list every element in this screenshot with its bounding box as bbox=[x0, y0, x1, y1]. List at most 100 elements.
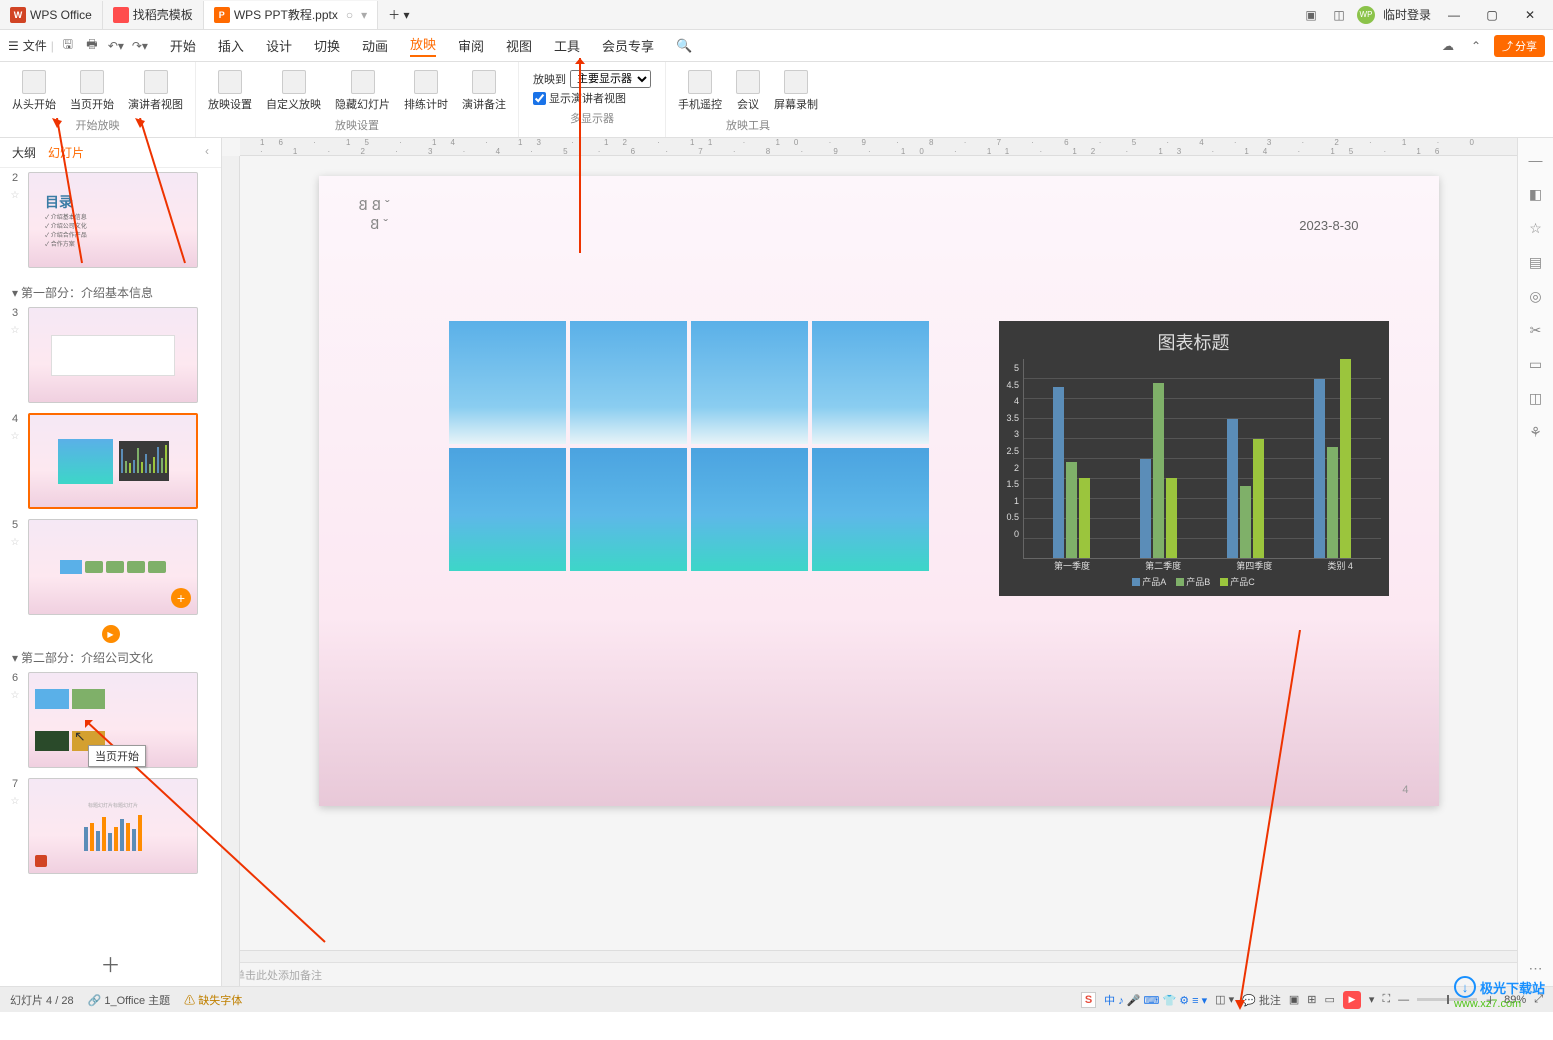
menu-view[interactable]: 视图 bbox=[506, 36, 532, 55]
star-icon[interactable]: ☆ bbox=[11, 537, 20, 548]
print-icon[interactable]: 🖶 bbox=[82, 36, 102, 56]
star-icon[interactable]: ☆ bbox=[11, 796, 20, 807]
search-icon[interactable]: 🔍 bbox=[676, 38, 692, 54]
star-icon[interactable]: ☆ bbox=[11, 325, 20, 336]
menu-insert[interactable]: 插入 bbox=[218, 36, 244, 55]
save-icon[interactable]: 🖫 bbox=[58, 36, 78, 56]
minimize-button[interactable]: — bbox=[1439, 1, 1469, 29]
play-from-here-icon[interactable]: ▶ bbox=[102, 625, 120, 643]
play-from-start-button[interactable]: 从头开始 bbox=[6, 66, 62, 116]
cube-icon[interactable]: ◫ bbox=[1329, 5, 1349, 25]
notes-area[interactable]: 单击此处添加备注 bbox=[222, 962, 1517, 986]
add-slide-button[interactable]: ＋ bbox=[101, 949, 121, 978]
status-comment-btn[interactable]: 💬 批注 bbox=[1242, 992, 1281, 1008]
menu-tools[interactable]: 工具 bbox=[554, 36, 580, 55]
sp-design-icon[interactable]: ◧ bbox=[1526, 184, 1546, 204]
outline-tab[interactable]: 大纲 bbox=[12, 144, 36, 161]
share-button[interactable]: ⤴ 分享 bbox=[1494, 35, 1545, 57]
slide-thumb-5: 5☆ + bbox=[8, 519, 213, 615]
tab-templates[interactable]: 找稻壳模板 bbox=[103, 1, 204, 29]
chart-plot bbox=[1023, 359, 1380, 559]
close-button[interactable]: ✕ bbox=[1515, 1, 1545, 29]
slide-canvas[interactable]: 𐐒 𐐒 ˇ 𐐒 ˇ 2023-8-30 图表标题 54.543.532.521.… bbox=[319, 176, 1439, 806]
status-slide-count: 幻灯片 4 / 28 bbox=[10, 992, 74, 1008]
scrollbar-horizontal[interactable] bbox=[240, 950, 1517, 962]
star-icon[interactable]: ☆ bbox=[11, 690, 20, 701]
ime-lang[interactable]: 中 ♪ 🎤 ⌨ 👕 ⚙ ≡ ▾ bbox=[1104, 992, 1207, 1008]
view-reading-icon[interactable]: ▭ bbox=[1325, 993, 1335, 1006]
menu-slideshow[interactable]: 放映 bbox=[410, 34, 436, 57]
chevron-down-icon[interactable]: ▾ bbox=[361, 8, 367, 22]
panel-icon[interactable]: ▣ bbox=[1301, 5, 1321, 25]
hide-slide-button[interactable]: 隐藏幻灯片 bbox=[329, 66, 396, 116]
star-icon[interactable]: ☆ bbox=[11, 431, 20, 442]
login-text[interactable]: 临时登录 bbox=[1383, 6, 1431, 23]
meeting-icon bbox=[736, 70, 760, 94]
sp-share-icon[interactable]: ⚘ bbox=[1526, 422, 1546, 442]
sp-comment-icon[interactable]: ▤ bbox=[1526, 252, 1546, 272]
sp-tool-icon[interactable]: ✂ bbox=[1526, 320, 1546, 340]
display-select[interactable]: 主要显示器 bbox=[570, 70, 651, 88]
menu-start[interactable]: 开始 bbox=[170, 36, 196, 55]
meeting-button[interactable]: 会议 bbox=[730, 66, 766, 116]
custom-slideshow-button[interactable]: 自定义放映 bbox=[260, 66, 327, 116]
play-from-start-icon bbox=[22, 70, 46, 94]
show-presenter-checkbox[interactable]: 显示演讲者视图 bbox=[533, 90, 651, 106]
status-note-icon[interactable]: ◫ ▾ bbox=[1215, 993, 1234, 1006]
workspace: 大纲 幻灯片 ‹ 2☆ 目录✓ 介绍基本信息✓ 介绍公司文化✓ 介绍合作产品✓ … bbox=[0, 138, 1553, 986]
slides-tab[interactable]: 幻灯片 bbox=[48, 144, 84, 161]
menu-transition[interactable]: 切换 bbox=[314, 36, 340, 55]
cloud-icon[interactable]: ☁ bbox=[1438, 36, 1458, 56]
sp-resource-icon[interactable]: ◎ bbox=[1526, 286, 1546, 306]
chart[interactable]: 图表标题 54.543.532.521.510.50 第一 bbox=[999, 321, 1389, 596]
tab-wps[interactable]: WWPS Office bbox=[0, 1, 103, 29]
slideshow-settings-button[interactable]: 放映设置 bbox=[202, 66, 258, 116]
play-from-current-button[interactable]: 当页开始 bbox=[64, 66, 120, 116]
rehearse-timings-button[interactable]: 排练计时 bbox=[398, 66, 454, 116]
menu-member[interactable]: 会员专享 bbox=[602, 36, 654, 55]
collapse-panel-icon[interactable]: ‹ bbox=[205, 144, 209, 161]
section-header-1[interactable]: ▾ 第一部分：介绍基本信息 bbox=[8, 278, 213, 307]
maximize-button[interactable]: ▢ bbox=[1477, 1, 1507, 29]
slides-list[interactable]: 2☆ 目录✓ 介绍基本信息✓ 介绍公司文化✓ 介绍合作产品✓ 合作方案 ▾ 第一… bbox=[0, 168, 221, 941]
menu-design[interactable]: 设计 bbox=[266, 36, 292, 55]
view-normal-icon[interactable]: ▣ bbox=[1289, 993, 1299, 1006]
status-theme[interactable]: 🔗 1_Office 主题 bbox=[88, 992, 171, 1008]
status-play-button[interactable]: ▶ bbox=[1343, 991, 1361, 1009]
presenter-notes-button[interactable]: 演讲备注 bbox=[456, 66, 512, 116]
menu-review[interactable]: 审阅 bbox=[458, 36, 484, 55]
zoom-out-icon[interactable]: — bbox=[1398, 994, 1409, 1006]
chart-xaxis: 第一季度第二季度第四季度类别 4 bbox=[1007, 559, 1381, 572]
new-tab-button[interactable]: ＋ ▾ bbox=[378, 1, 419, 29]
redo-icon[interactable]: ↷▾ bbox=[130, 36, 150, 56]
tab-document[interactable]: PWPS PPT教程.pptx○▾ bbox=[204, 1, 378, 29]
screen-record-button[interactable]: 屏幕录制 bbox=[768, 66, 824, 116]
star-icon[interactable]: ☆ bbox=[11, 190, 20, 201]
slide-thumb-7: 7☆ 标题幻灯片标题幻灯片 bbox=[8, 778, 213, 874]
file-menu[interactable]: 文件 bbox=[23, 37, 47, 54]
sp-favorite-icon[interactable]: ☆ bbox=[1526, 218, 1546, 238]
play-dropdown-icon[interactable]: ▾ bbox=[1369, 993, 1375, 1006]
section-header-2[interactable]: ▾ 第二部分：介绍公司文化 bbox=[8, 643, 213, 672]
notes-icon bbox=[472, 70, 496, 94]
sp-book-icon[interactable]: ▭ bbox=[1526, 354, 1546, 374]
slide-thumb-4: 4☆ bbox=[8, 413, 213, 509]
menu-animation[interactable]: 动画 bbox=[362, 36, 388, 55]
phone-icon bbox=[688, 70, 712, 94]
menu-icon[interactable]: ☰ bbox=[8, 39, 19, 53]
image-grid[interactable] bbox=[449, 321, 929, 571]
slide-panel: 大纲 幻灯片 ‹ 2☆ 目录✓ 介绍基本信息✓ 介绍公司文化✓ 介绍合作产品✓ … bbox=[0, 138, 222, 986]
collapse-ribbon-icon[interactable]: ⌃ bbox=[1466, 36, 1486, 56]
phone-remote-button[interactable]: 手机遥控 bbox=[672, 66, 728, 116]
fit-icon[interactable]: ⛶ bbox=[1382, 993, 1390, 1006]
presenter-view-button[interactable]: 演讲者视图 bbox=[122, 66, 189, 116]
view-sorter-icon[interactable]: ⊞ bbox=[1307, 993, 1316, 1006]
sp-more-icon[interactable]: ⋯ bbox=[1526, 958, 1546, 978]
avatar[interactable]: WP bbox=[1357, 6, 1375, 24]
sp-layer-icon[interactable]: ◫ bbox=[1526, 388, 1546, 408]
ime-icon[interactable]: S bbox=[1081, 992, 1096, 1008]
add-slide-icon[interactable]: + bbox=[171, 588, 191, 608]
sp-minus-icon[interactable]: — bbox=[1526, 150, 1546, 170]
undo-icon[interactable]: ↶▾ bbox=[106, 36, 126, 56]
status-missing-font[interactable]: ⚠ 缺失字体 bbox=[184, 992, 242, 1008]
